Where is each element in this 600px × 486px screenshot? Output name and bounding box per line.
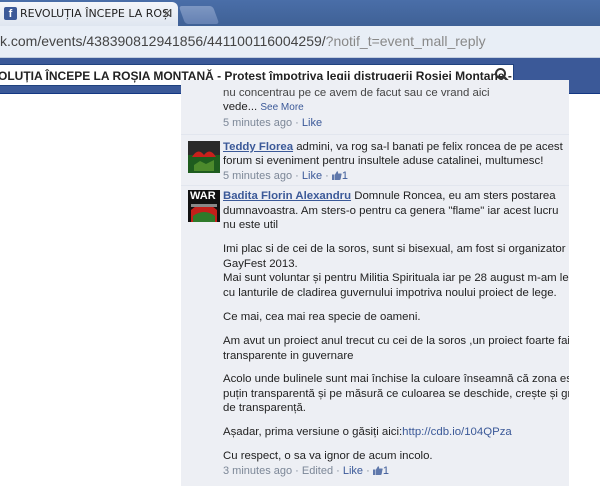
comment-text-line: forum si eveniment pentru insultele adus… xyxy=(223,155,544,167)
like-count[interactable]: 1 xyxy=(342,170,348,182)
comment-text-line: Acolo unde bulinele sunt mai închise la … xyxy=(223,373,569,385)
avatar[interactable] xyxy=(188,141,220,173)
comment-text-line: Teddy Florea admini, va rog sa-l banati … xyxy=(223,141,563,153)
browser-tab[interactable]: f REVOLUȚIA ÎNCEPE LA ROȘI × xyxy=(0,2,178,26)
comment-meta: 5 minutes ago · Like · 1 xyxy=(223,170,348,182)
comment-text-line: Așadar, prima versiune o găsiți aici:htt… xyxy=(223,426,512,438)
avatar-label: WAR xyxy=(190,190,216,202)
edited-label[interactable]: Edited xyxy=(302,465,333,477)
comment: WAR Badita Florin Alexandru Domnule Ronc… xyxy=(181,185,569,486)
comment-text-line: Am avut un proiect anul trecut cu cei de… xyxy=(223,335,569,347)
comment-text-line: Imi plac si de cei de la soros, sunt si … xyxy=(223,243,569,255)
comment-text-line: de transparență. xyxy=(223,402,306,414)
comment-text-line: puțin transparentă și pe măsură ce culoa… xyxy=(223,387,569,400)
comment-text-line: GayFest 2013. xyxy=(223,257,298,270)
url-main: k.com/events/438390812941856/44110011600… xyxy=(0,33,326,49)
comment-text-line: dumnavoastra. Am sters-o pentru ca gener… xyxy=(223,204,559,217)
browser-tab-strip: f REVOLUȚIA ÎNCEPE LA ROȘI × xyxy=(0,0,600,26)
comment-author[interactable]: Teddy Florea xyxy=(223,141,293,153)
new-tab-button[interactable] xyxy=(178,6,220,24)
tab-close-icon[interactable]: × xyxy=(162,6,172,20)
address-bar[interactable]: k.com/events/438390812941856/44110011600… xyxy=(0,26,600,58)
comment-time[interactable]: 5 minutes ago xyxy=(223,117,292,129)
comment-text-line: cu lanturile de cladirea guvernului impo… xyxy=(223,286,557,299)
comment-meta: 5 minutes ago · Like xyxy=(223,117,323,129)
like-thumb-icon xyxy=(372,466,383,475)
comment-text-line: Cu respect, o sa va ignor de acum incolo… xyxy=(223,450,433,462)
comment-text-line: Badita Florin Alexandru Domnule Roncea, … xyxy=(223,190,556,202)
comment-list: nu concentrau pe ce avem de facut sau ce… xyxy=(181,80,569,486)
like-thumb-icon xyxy=(331,171,342,180)
tab-title: REVOLUȚIA ÎNCEPE LA ROȘI xyxy=(20,7,173,20)
comment-text-line: vede... See More xyxy=(223,101,304,113)
facebook-favicon-icon: f xyxy=(4,7,17,20)
avatar[interactable]: WAR xyxy=(188,190,220,222)
comment-time[interactable]: 3 minutes ago xyxy=(223,465,292,477)
like-link[interactable]: Like xyxy=(302,117,322,129)
like-count[interactable]: 1 xyxy=(383,465,389,477)
comment-text-line: Ce mai, cea mai rea specie de oameni. xyxy=(223,311,421,323)
like-link[interactable]: Like xyxy=(343,465,363,477)
url-text[interactable]: k.com/events/438390812941856/44110011600… xyxy=(0,33,486,49)
like-link[interactable]: Like xyxy=(302,170,322,182)
left-column xyxy=(0,94,170,486)
url-query: ?notif_t=event_mall_reply xyxy=(325,33,486,49)
comment-time[interactable]: 5 minutes ago xyxy=(223,170,292,182)
comment-text-line: nu este util xyxy=(223,219,279,231)
avatar-image-icon xyxy=(188,141,220,173)
comment-text-line: transparente in guvernare xyxy=(223,349,354,362)
comment: nu concentrau pe ce avem de facut sau ce… xyxy=(181,80,569,134)
comment-text-line: Mai sunt voluntar și pentru Militia Spir… xyxy=(223,272,569,284)
comment-text-line: nu concentrau pe ce avem de facut sau ce… xyxy=(223,87,490,99)
comment-url-link[interactable]: http://cdb.io/104QPza xyxy=(402,426,512,438)
comment-meta: 3 minutes ago · Edited · Like · 1 xyxy=(223,465,389,477)
see-more-link[interactable]: See More xyxy=(260,102,303,113)
comment-author[interactable]: Badita Florin Alexandru xyxy=(223,190,351,202)
comment: Teddy Florea admini, va rog sa-l banati … xyxy=(181,134,569,185)
